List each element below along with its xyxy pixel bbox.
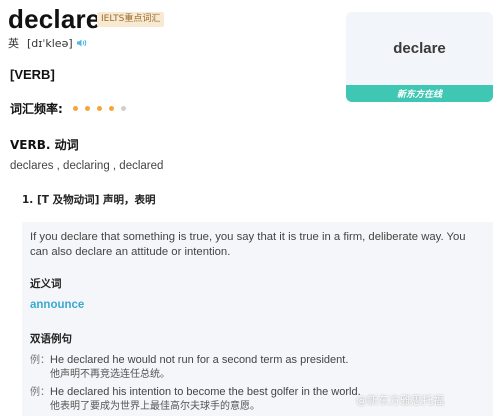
synonym-link[interactable]: announce	[30, 299, 84, 311]
example-marker: 例：	[30, 387, 50, 398]
frequency-dots	[72, 106, 133, 111]
part-of-speech-heading: [VERB]	[10, 67, 55, 82]
example-item: 例：He declared his intention to become th…	[30, 385, 361, 414]
frequency-dot-filled	[84, 106, 90, 111]
example-marker: 例：	[30, 355, 50, 366]
example-english: He declared he would not run for a secon…	[50, 354, 349, 366]
speaker-icon[interactable]	[76, 37, 88, 49]
card-word: declare	[393, 40, 446, 57]
sense-heading: 1. [T 及物动词] 声明，表明	[22, 194, 156, 206]
exam-tag-badge: IELTS重点词汇	[97, 12, 165, 27]
brand-logo-text: 新东方在线	[396, 90, 442, 100]
watermark: @新东方雅思托福	[356, 394, 444, 407]
frequency-row: 词汇频率:	[10, 100, 133, 117]
pos-title: VERB. 动词	[10, 138, 79, 152]
word-forms: declares , declaring , declared	[10, 160, 164, 172]
headword: declare	[8, 4, 101, 34]
card-brand-bar: 新东方在线	[346, 85, 493, 102]
examples-title: 双语例句	[30, 333, 72, 345]
frequency-dot-filled	[108, 106, 114, 111]
frequency-dot-filled	[72, 106, 78, 111]
example-chinese: 他表明了要成为世界上最佳高尔夫球手的意愿。	[50, 401, 260, 412]
phonetic-region-label: 英	[8, 37, 19, 50]
definition-panel: If you declare that something is true, y…	[22, 222, 493, 416]
word-card-image[interactable]: declare 新东方在线	[346, 12, 493, 102]
definition-text: If you declare that something is true, y…	[30, 231, 466, 258]
pronunciation-row: 英 [dɪˈkleə]	[8, 36, 88, 50]
synonyms-title: 近义词	[30, 278, 62, 290]
frequency-label: 词汇频率:	[10, 102, 63, 116]
frequency-dot-filled	[96, 106, 102, 111]
frequency-dot-empty	[120, 106, 126, 111]
example-chinese: 他声明不再竞选连任总统。	[50, 369, 170, 380]
example-item: 例：He declared he would not run for a sec…	[30, 353, 348, 382]
phonetic-transcription: [dɪˈkleə]	[27, 36, 73, 50]
example-english: He declared his intention to become the …	[50, 386, 361, 398]
